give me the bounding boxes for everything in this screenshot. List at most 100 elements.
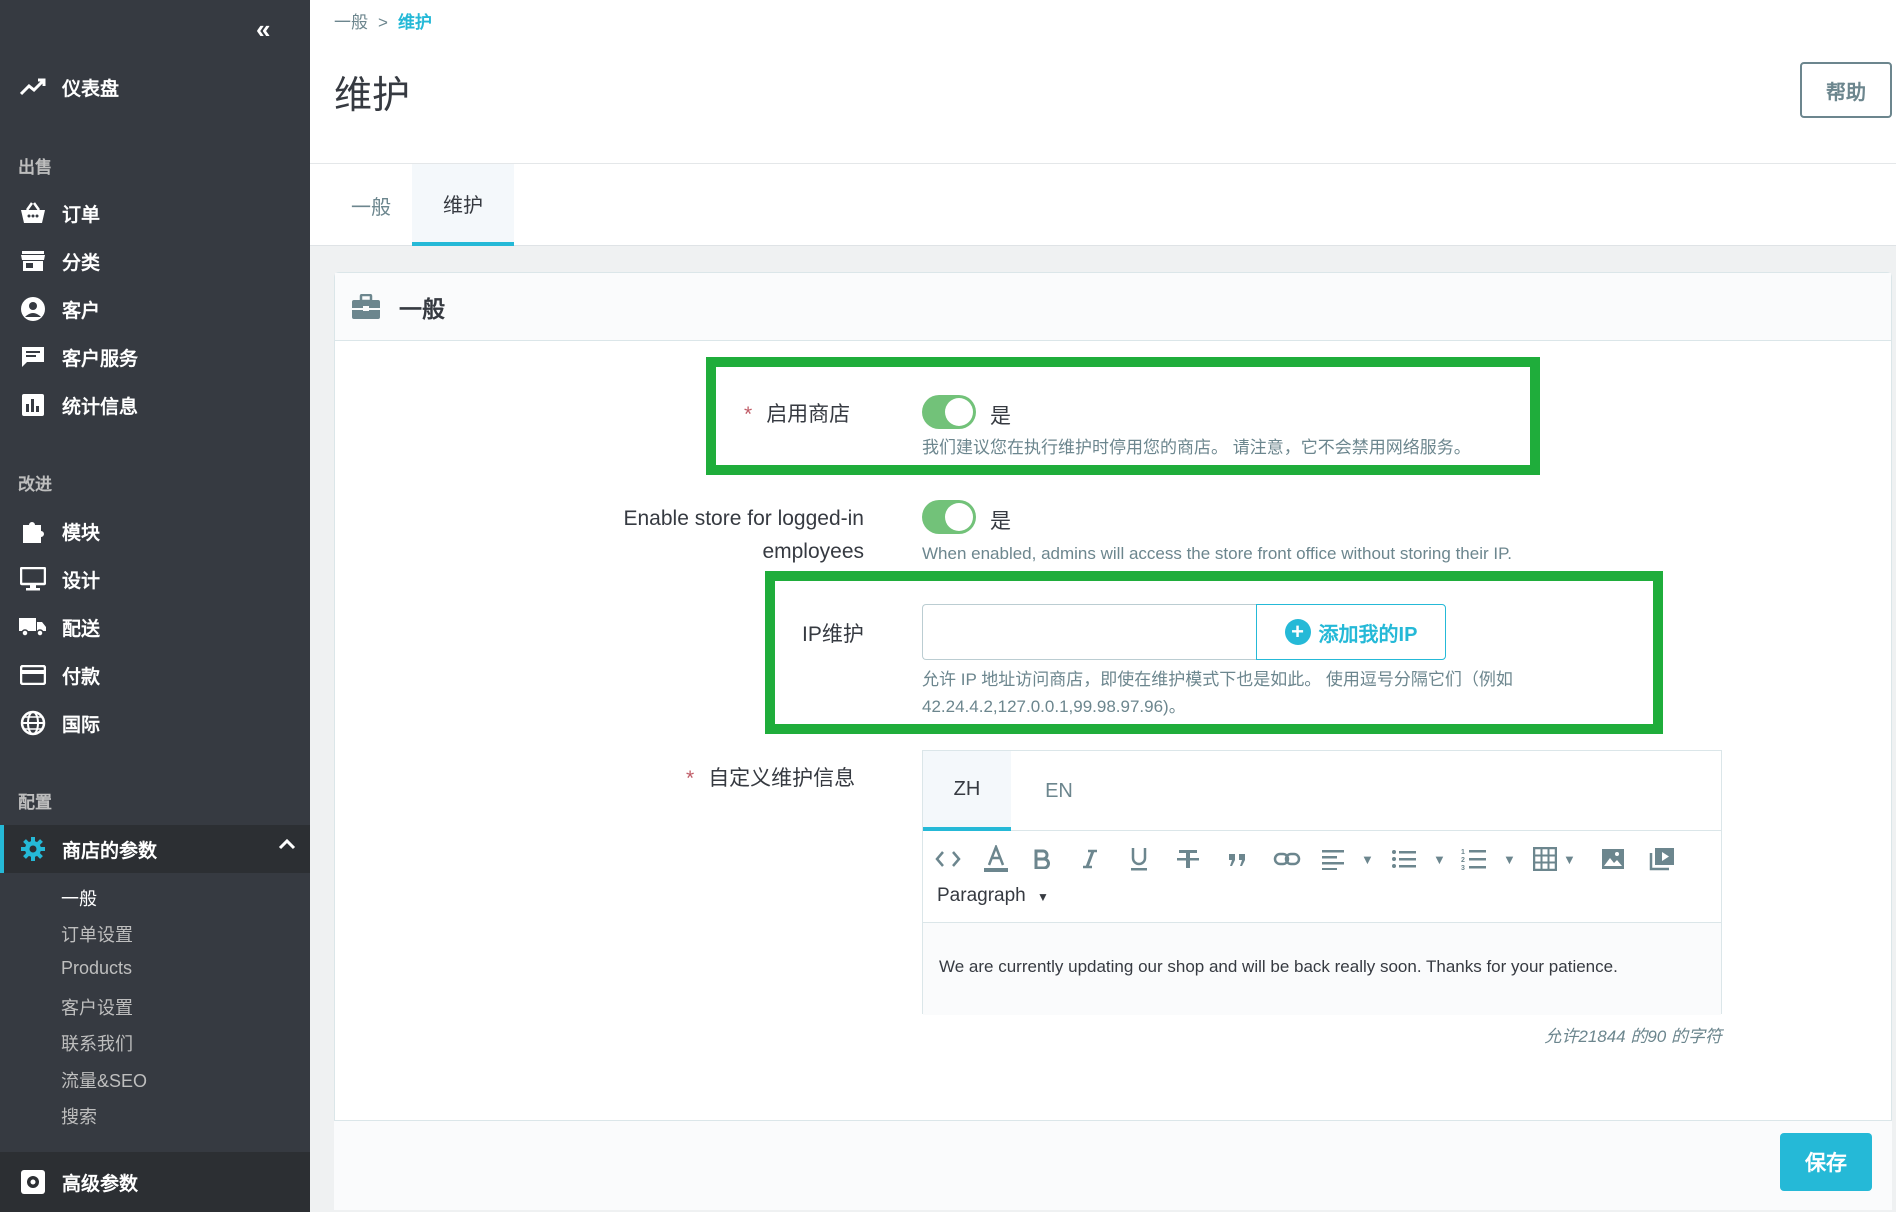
svg-text:2: 2: [1461, 857, 1465, 864]
sidebar-subitem-customer-settings[interactable]: 客户设置: [61, 994, 133, 1020]
section-title-improve: 改进: [18, 475, 52, 494]
chevron-down-icon: ▼: [1037, 890, 1049, 904]
custom-message-label: * 自定义维护信息: [686, 767, 856, 790]
italic-icon[interactable]: [1081, 843, 1099, 875]
block-format-select[interactable]: Paragraph ▼: [937, 885, 1049, 907]
trend-icon: [18, 72, 48, 102]
sidebar-item-payment[interactable]: 付款: [0, 652, 310, 698]
numbered-list-icon[interactable]: 123: [1461, 843, 1487, 875]
highlight-box: [765, 571, 1663, 734]
svg-text:1: 1: [1461, 849, 1465, 856]
card-footer: 保存: [334, 1120, 1892, 1210]
svg-text:3: 3: [1461, 865, 1465, 871]
editor-content-area[interactable]: We are currently updating our shop and w…: [923, 923, 1721, 1015]
text-color-icon[interactable]: [983, 843, 1009, 875]
table-dropdown-icon[interactable]: ▼: [1563, 843, 1576, 875]
sidebar-item-label: 商店的参数: [62, 840, 158, 862]
sidebar-subitem-general[interactable]: 一般: [61, 885, 97, 911]
code-icon[interactable]: [935, 843, 961, 875]
sidebar-item-label: 配送: [62, 618, 101, 640]
underline-icon[interactable]: [1129, 843, 1149, 875]
credit-card-icon: [18, 660, 48, 690]
card-header: 一般: [335, 273, 1891, 341]
globe-icon: [18, 708, 48, 738]
monitor-icon: [18, 564, 48, 594]
sidebar-item-label: 订单: [62, 204, 101, 226]
highlight-box: [706, 357, 1540, 475]
bullet-list-icon[interactable]: [1391, 843, 1417, 875]
bar-chart-icon: [18, 390, 48, 420]
strikethrough-icon[interactable]: [1177, 843, 1199, 875]
sidebar-subitem-traffic-seo[interactable]: 流量&SEO: [61, 1067, 147, 1093]
table-icon[interactable]: [1533, 843, 1557, 875]
chat-icon: [18, 342, 48, 372]
sidebar-item-label: 仪表盘: [62, 78, 120, 100]
enable-logged-help: When enabled, admins will access the sto…: [922, 544, 1512, 563]
puzzle-icon: [18, 516, 48, 546]
tab-lang-en[interactable]: EN: [1019, 751, 1099, 831]
sidebar-item-stats[interactable]: 统计信息: [0, 382, 310, 428]
tab-general[interactable]: 一般: [340, 164, 402, 246]
numbered-list-dropdown-icon[interactable]: ▼: [1503, 843, 1516, 875]
sidebar-item-shop-parameters[interactable]: 商店的参数: [0, 825, 310, 873]
sidebar-subitem-search[interactable]: 搜索: [61, 1103, 97, 1129]
settings-box-icon: [18, 1167, 48, 1197]
sidebar-item-international[interactable]: 国际: [0, 700, 310, 746]
collapse-sidebar-icon[interactable]: «: [256, 14, 270, 45]
sidebar-item-customers[interactable]: 客户: [0, 286, 310, 332]
sidebar-subitem-order-settings[interactable]: 订单设置: [61, 921, 133, 947]
link-icon[interactable]: [1273, 843, 1301, 875]
breadcrumb-current[interactable]: 维护: [398, 13, 432, 32]
align-left-icon[interactable]: [1321, 843, 1345, 875]
sidebar-item-dashboard[interactable]: 仪表盘: [0, 64, 310, 110]
breadcrumb: 一般 > 维护: [334, 8, 432, 33]
sidebar-item-label: 统计信息: [62, 396, 139, 418]
sidebar-item-label: 设计: [62, 570, 101, 592]
language-tabs: ZH EN: [923, 751, 1721, 831]
breadcrumb-separator: >: [378, 13, 388, 32]
editor-text: We are currently updating our shop and w…: [939, 957, 1618, 976]
rich-text-editor: ZH EN ▼ ▼ 1 2 3 ▼ ▼ Paragraph ▼ We are c…: [922, 750, 1722, 1015]
tab-maintenance[interactable]: 维护: [412, 164, 514, 246]
basket-icon: [18, 198, 48, 228]
sidebar: « 仪表盘 出售 订单 分类 客户 客户服务 统计信息 改进 模块 设计 配送 …: [0, 0, 310, 1212]
media-icon[interactable]: [1649, 843, 1675, 875]
sidebar-item-label: 付款: [62, 666, 101, 688]
store-icon: [18, 246, 48, 276]
briefcase-icon: [351, 293, 381, 321]
bullet-list-dropdown-icon[interactable]: ▼: [1433, 843, 1446, 875]
bold-icon[interactable]: [1033, 843, 1051, 875]
chevron-up-icon[interactable]: [278, 837, 296, 855]
breadcrumb-item[interactable]: 一般: [334, 13, 368, 32]
sidebar-subitem-products[interactable]: Products: [61, 958, 132, 979]
gear-icon: [18, 834, 48, 864]
blockquote-icon[interactable]: [1227, 843, 1247, 875]
save-button[interactable]: 保存: [1780, 1133, 1872, 1191]
enable-logged-toggle[interactable]: [922, 500, 976, 534]
sidebar-item-label: 国际: [62, 714, 101, 736]
sidebar-subitem-contact[interactable]: 联系我们: [61, 1030, 133, 1056]
image-icon[interactable]: [1601, 843, 1625, 875]
sidebar-item-customer-service[interactable]: 客户服务: [0, 334, 310, 380]
page-title: 维护: [334, 75, 411, 117]
enable-logged-value: 是: [990, 510, 1011, 533]
card-title: 一般: [399, 295, 445, 322]
sidebar-bottom: 高级参数: [0, 1152, 310, 1212]
align-dropdown-icon[interactable]: ▼: [1361, 843, 1374, 875]
sidebar-item-label: 客户服务: [62, 348, 139, 370]
sidebar-item-modules[interactable]: 模块: [0, 508, 310, 554]
truck-icon: [18, 612, 48, 642]
sidebar-item-catalog[interactable]: 分类: [0, 238, 310, 284]
section-title-configure: 配置: [18, 793, 52, 812]
help-button[interactable]: 帮助: [1800, 62, 1892, 118]
required-mark: *: [686, 767, 695, 790]
toggle-knob: [945, 503, 973, 531]
user-circle-icon: [18, 294, 48, 324]
tab-lang-zh[interactable]: ZH: [923, 751, 1011, 831]
sidebar-item-design[interactable]: 设计: [0, 556, 310, 602]
editor-toolbar: ▼ ▼ 123 ▼ ▼ Paragraph ▼: [923, 831, 1721, 923]
sidebar-item-shipping[interactable]: 配送: [0, 604, 310, 650]
character-counter: 允许21844 的90 的字符: [1544, 1027, 1722, 1046]
sidebar-item-advanced-parameters[interactable]: 高级参数: [0, 1159, 310, 1205]
sidebar-item-orders[interactable]: 订单: [0, 190, 310, 236]
